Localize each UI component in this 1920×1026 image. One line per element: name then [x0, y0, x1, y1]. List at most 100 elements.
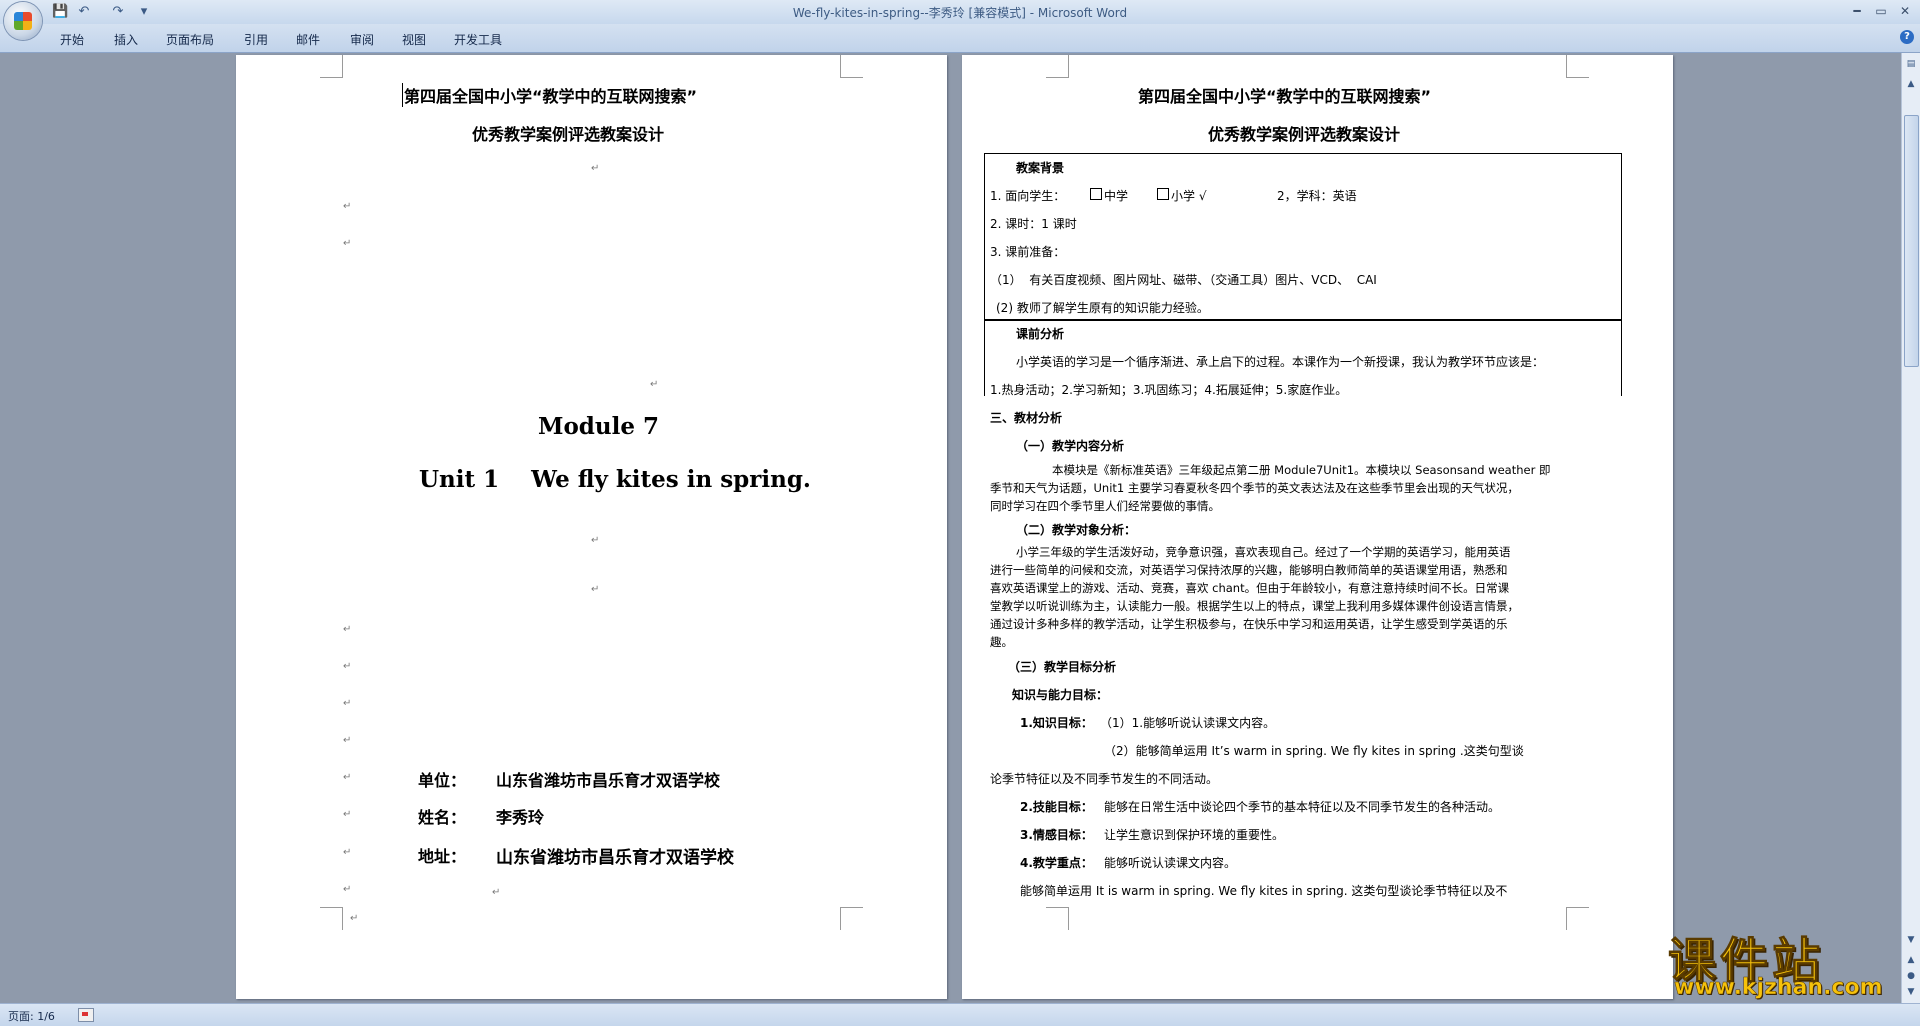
- checkbox-middle-school[interactable]: [1090, 188, 1102, 200]
- crop-mark: [1046, 55, 1069, 78]
- site-watermark: 课件站 www.kjzhan.com: [1667, 921, 1908, 1003]
- ribbon-tab-bar: 开始 插入 页面布局 引用 邮件 审阅 视图 开发工具 ?: [0, 24, 1920, 53]
- target-analysis-p5: 通过设计多种多样的教学活动，让学生积极参与，在快乐中学习和运用英语，让学生感受到…: [990, 617, 1508, 631]
- watermark-url: www.kjzhan.com: [1674, 975, 1883, 1001]
- pre-class-text-1: 小学英语的学习是一个循序渐进、承上启下的过程。本课作为一个新授课，我认为教学环节…: [1016, 355, 1545, 369]
- paragraph-mark: ↵: [343, 201, 352, 212]
- crop-mark: [1566, 907, 1589, 930]
- document-area[interactable]: 第四届全国中小学“教学中的互联网搜索” 优秀教学案例评选教案设计 ↵ ↵ ↵ ↵…: [0, 53, 1902, 1003]
- name-label: 姓名：: [418, 808, 467, 827]
- goal-4-text: 能够听说认读课文内容。: [1104, 856, 1237, 870]
- help-icon[interactable]: ?: [1900, 30, 1914, 44]
- section-background-title: 教案背景: [1016, 161, 1065, 175]
- target-analysis-title: （二）教学对象分析：: [1016, 523, 1137, 537]
- paragraph-mark: ↵: [591, 163, 600, 174]
- paragraph-mark: ↵: [343, 238, 352, 249]
- goal-2-label: 2.技能目标：: [1020, 800, 1093, 814]
- checkbox-primary-school[interactable]: [1157, 188, 1169, 200]
- window-title: We-fly-kites-in-spring--李秀玲 [兼容模式] - Mic…: [0, 4, 1920, 21]
- page-1[interactable]: 第四届全国中小学“教学中的互联网搜索” 优秀教学案例评选教案设计 ↵ ↵ ↵ ↵…: [236, 55, 947, 999]
- document-title: We-fly-kites-in-spring--李秀玲 [兼容模式] -: [792, 6, 1038, 20]
- objective-analysis-title: （三）教学目标分析: [1008, 660, 1117, 674]
- content-analysis-p3: 同时学习在四个季节里人们经常要做的事情。: [990, 499, 1220, 513]
- paragraph-mark: ↵: [343, 735, 352, 746]
- unit-title: Unit 1 We fly kites in spring.: [419, 466, 811, 493]
- goal-1-text2: （2）能够简单运用 It’s warm in spring. We fly ki…: [1104, 744, 1524, 758]
- paragraph-mark: ↵: [591, 535, 600, 546]
- content-analysis-p1: 本模块是《新标准英语》三年级起点第二册 Module7Unit1。本模块以 Se…: [1052, 463, 1551, 477]
- crop-mark: [320, 55, 343, 78]
- page2-header-line1: 第四届全国中小学“教学中的互联网搜索”: [1138, 87, 1432, 106]
- preparation-item-2: (2) 教师了解学生原有的知识能力经验。: [996, 301, 1209, 315]
- address-value: 山东省潍坊市昌乐育才双语学校: [496, 848, 734, 868]
- class-hours: 2. 课时：1 课时: [990, 217, 1077, 231]
- module-title: Module 7: [538, 413, 659, 440]
- crop-mark: [840, 55, 863, 78]
- paragraph-mark: ↵: [350, 913, 359, 924]
- vertical-scrollbar[interactable]: ▤ ▲ ▼ ▲ ● ▼: [1901, 53, 1920, 1003]
- unit-value: 山东省潍坊市昌乐育才双语学校: [496, 771, 721, 790]
- goal-3-label: 3.情感目标：: [1020, 828, 1093, 842]
- target-analysis-p3: 喜欢英语课堂上的游戏、活动、竞赛，喜欢 chant。但由于年龄较小，有意注意持续…: [990, 581, 1510, 595]
- page1-header-line2: 优秀教学案例评选教案设计: [472, 125, 665, 144]
- paragraph-mark: ↵: [650, 379, 659, 390]
- goal-4-label: 4.教学重点：: [1020, 856, 1093, 870]
- pre-class-text-2: 1.热身活动；2.学习新知；3.巩固练习；4.拓展延伸；5.家庭作业。: [990, 383, 1348, 397]
- status-bar: 页面: 1/6: [0, 1003, 1920, 1026]
- scrollbar-thumb[interactable]: [1904, 115, 1919, 367]
- ruler-toggle-icon[interactable]: ▤: [1904, 57, 1918, 71]
- content-analysis-p2: 季节和天气为话题，Unit1 主要学习春夏秋冬四个季节的英文表达法及在这些季节里…: [990, 481, 1519, 495]
- title-bar: 💾 ↶ ↷ ▾ We-fly-kites-in-spring--李秀玲 [兼容模…: [0, 0, 1920, 24]
- tab-mailings[interactable]: 邮件: [296, 31, 320, 48]
- page-indicator[interactable]: 页面: 1/6: [8, 1008, 55, 1024]
- primary-school-label: 小学 √: [1171, 189, 1207, 203]
- target-analysis-p2: 进行一些简单的问候和交流，对英语学习保持浓厚的兴趣，能够明白教师简单的英语课堂用…: [990, 563, 1508, 577]
- target-students-label: 1. 面向学生：: [990, 189, 1066, 203]
- tab-review[interactable]: 审阅: [350, 31, 374, 48]
- tab-view[interactable]: 视图: [402, 31, 426, 48]
- tab-references[interactable]: 引用: [244, 31, 268, 48]
- paragraph-mark: ↵: [343, 624, 352, 635]
- paragraph-mark: ↵: [343, 884, 352, 895]
- crop-mark: [1046, 907, 1069, 930]
- page2-header-line2: 优秀教学案例评选教案设计: [1208, 125, 1401, 144]
- middle-school-label: 中学: [1104, 189, 1129, 203]
- preparation-label: 3. 课前准备：: [990, 245, 1066, 259]
- crop-mark: [1566, 55, 1589, 78]
- paragraph-mark: ↵: [343, 847, 352, 858]
- scroll-up-icon[interactable]: ▲: [1904, 77, 1918, 91]
- knowledge-goal-title: 知识与能力目标：: [1012, 688, 1109, 702]
- preparation-item-1: （1） 有关百度视频、图片网址、磁带、（交通工具）图片、VCD、 CAI: [990, 273, 1377, 287]
- crop-mark: [320, 907, 343, 930]
- proofing-status-icon[interactable]: [78, 1008, 94, 1022]
- page1-header-line1: 第四届全国中小学“教学中的互联网搜索”: [402, 83, 697, 107]
- maximize-button[interactable]: ▭: [1870, 2, 1892, 20]
- goal-3-text: 让学生意识到保护环境的重要性。: [1104, 828, 1285, 842]
- tab-page-layout[interactable]: 页面布局: [166, 31, 214, 48]
- paragraph-mark: ↵: [343, 809, 352, 820]
- content-analysis-title: （一）教学内容分析: [1016, 439, 1125, 453]
- address-label: 地址：: [418, 847, 467, 866]
- tab-home[interactable]: 开始: [60, 31, 84, 48]
- tab-developer[interactable]: 开发工具: [454, 31, 502, 48]
- goal-1-text3: 论季节特征以及不同季节发生的不同活动。: [990, 772, 1219, 786]
- goal-1-text: （1）1.能够听说认读课文内容。: [1100, 716, 1276, 730]
- crop-mark: [840, 907, 863, 930]
- target-analysis-p6: 趣。: [990, 635, 1013, 649]
- name-value: 李秀玲: [496, 808, 545, 827]
- target-analysis-p1: 小学三年级的学生活泼好动，竞争意识强，喜欢表现自己。经过了一个学期的英语学习，能…: [1016, 545, 1511, 559]
- page-2[interactable]: 第四届全国中小学“教学中的互联网搜索” 优秀教学案例评选教案设计 教案背景 1.…: [962, 55, 1673, 999]
- goal-4-text2: 能够简单运用 It is warm in spring. We fly kite…: [1020, 884, 1508, 898]
- tab-insert[interactable]: 插入: [114, 31, 138, 48]
- section-material-analysis-title: 三、教材分析: [990, 411, 1063, 425]
- close-button[interactable]: ✕: [1894, 2, 1916, 20]
- minimize-button[interactable]: ━: [1846, 2, 1868, 20]
- paragraph-mark: ↵: [591, 584, 600, 595]
- office-button[interactable]: [4, 2, 42, 40]
- unit-label: 单位：: [418, 771, 467, 790]
- goal-1-label: 1.知识目标：: [1020, 716, 1093, 730]
- section-pre-class-title: 课前分析: [1016, 327, 1065, 341]
- paragraph-mark: ↵: [343, 698, 352, 709]
- office-logo-icon: [14, 12, 32, 30]
- table-lesson-background: [984, 153, 1622, 321]
